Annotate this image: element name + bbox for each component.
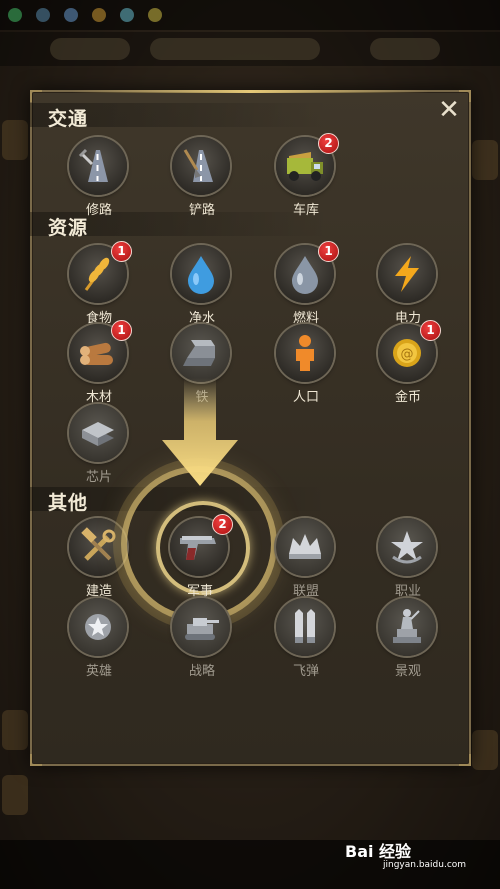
menu-item-strategy[interactable]: 战略 (162, 598, 242, 679)
menu-item-profession[interactable]: 职业 (368, 518, 448, 599)
resource-counter (120, 8, 134, 22)
menu-item-missile[interactable]: 飞弹 (266, 598, 346, 679)
resource-topbar (0, 0, 500, 30)
menu-item-landscape[interactable]: 景观 (368, 598, 448, 679)
menu-item-garage[interactable]: 2 车库 (266, 133, 346, 218)
statue-icon (378, 598, 436, 656)
profession-star-icon (378, 518, 436, 576)
menu-item-water[interactable]: 净水 (162, 245, 242, 326)
alliance-crown-icon (276, 518, 334, 576)
menu-item-road-shovel[interactable]: 铲路 (162, 137, 242, 218)
side-button[interactable] (2, 120, 28, 160)
resource-counter (8, 8, 22, 22)
menu-item-road-repair[interactable]: 修路 (59, 137, 139, 218)
iron-ingot-icon (172, 324, 230, 382)
menu-item-alliance[interactable]: 联盟 (266, 518, 346, 599)
section-title-other: 其他 (48, 492, 89, 514)
menu-item-build[interactable]: 建造 (59, 518, 139, 599)
menu-item-food[interactable]: 1 食物 (59, 241, 139, 326)
notification-badge: 2 (318, 133, 339, 154)
menu-item-hero[interactable]: 英雄 (59, 598, 139, 679)
menu-item-gold[interactable]: @ 1 金币 (368, 320, 448, 405)
side-button[interactable] (2, 710, 28, 750)
resource-counter (148, 8, 162, 22)
svg-text:@: @ (401, 347, 414, 362)
menu-item-military[interactable]: 2 军事 (160, 514, 240, 599)
resource-counter (64, 8, 78, 22)
notification-badge: 2 (212, 514, 233, 535)
side-button[interactable] (2, 775, 28, 815)
section-title-traffic: 交通 (48, 108, 89, 130)
water-drop-icon (172, 245, 230, 303)
road-repair-icon (69, 137, 127, 195)
lightning-icon (378, 245, 436, 303)
missile-icon (276, 598, 334, 656)
notification-badge: 1 (318, 241, 339, 262)
close-button[interactable]: ✕ (436, 97, 462, 123)
notification-badge: 1 (420, 320, 441, 341)
person-icon (276, 324, 334, 382)
menu-item-power[interactable]: 电力 (368, 245, 448, 326)
side-button[interactable] (472, 140, 498, 180)
notification-badge: 1 (111, 241, 132, 262)
watermark-logo: Bai 经验 jingyan.baidu.com (345, 842, 467, 870)
hero-badge-icon (69, 598, 127, 656)
strategy-tank-icon (172, 598, 230, 656)
side-button[interactable] (472, 730, 498, 770)
resource-counter (36, 8, 50, 22)
notification-badge: 1 (111, 320, 132, 341)
menu-item-fuel[interactable]: 1 燃料 (266, 241, 346, 326)
menu-item-chip[interactable]: 芯片 (59, 404, 139, 485)
build-tools-icon (69, 518, 127, 576)
road-shovel-icon (172, 137, 230, 195)
menu-item-population[interactable]: 人口 (266, 324, 346, 405)
close-icon: ✕ (438, 95, 460, 125)
arrow-down-icon (162, 378, 238, 486)
chip-icon (69, 404, 127, 462)
menu-item-wood[interactable]: 1 木材 (59, 320, 139, 405)
resource-counter (92, 8, 106, 22)
status-bar (0, 32, 500, 66)
